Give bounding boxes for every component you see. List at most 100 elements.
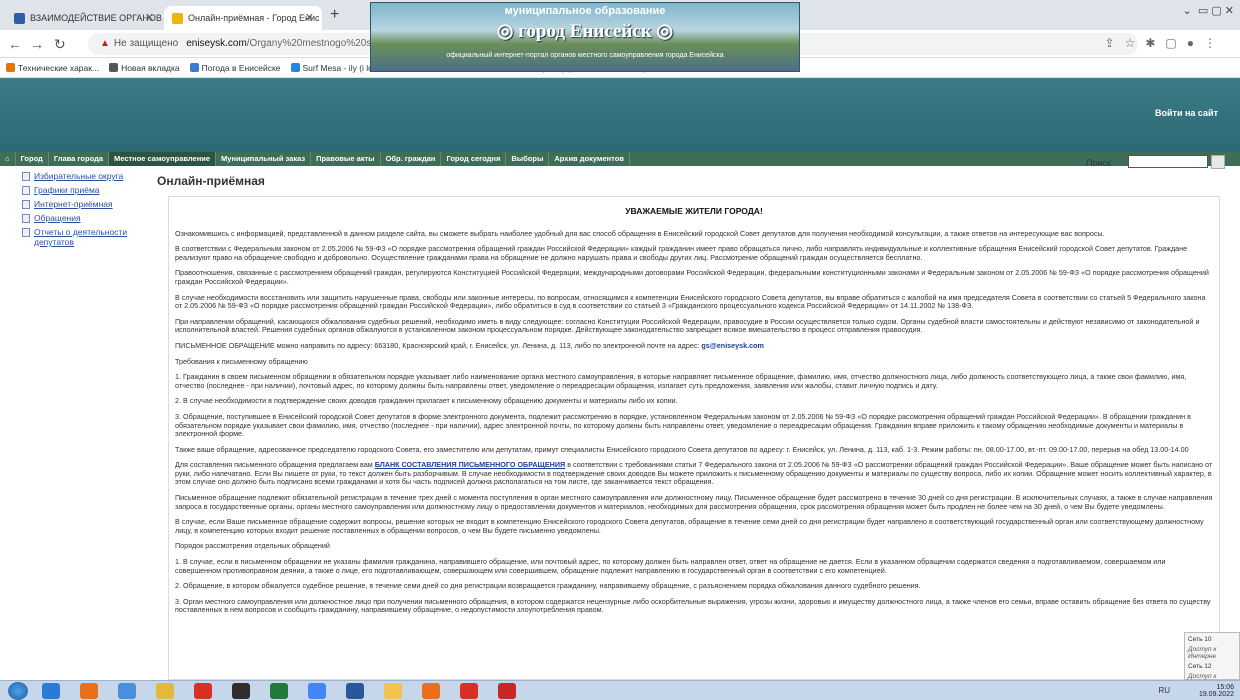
content-paragraph: Порядок рассмотрения отдельных обращений	[175, 541, 330, 551]
banner-subtitle: муниципальное образование	[504, 5, 666, 17]
ie-icon[interactable]	[42, 683, 60, 699]
ie2-icon[interactable]	[422, 683, 440, 699]
content-paragraph: Также ваше обращение, адресованное предс…	[175, 444, 1189, 454]
chrome2-icon[interactable]	[308, 683, 326, 699]
content-paragraph: 2. Обращение, в котором обжалуется судеб…	[175, 581, 921, 591]
bookmark-label: Погода в Енисейске	[201, 63, 281, 73]
menu-item[interactable]: Выборы	[506, 152, 550, 166]
sidebar-link-label: Графики приёма	[34, 185, 100, 195]
chrome-icon[interactable]	[194, 683, 212, 699]
sidebar-link[interactable]: Графики приёма	[22, 185, 142, 195]
search-go-icon[interactable]	[1211, 155, 1225, 169]
page-icon	[22, 228, 30, 237]
bookmark-item[interactable]: Погода в Енисейске	[189, 58, 281, 77]
start-button-icon[interactable]	[8, 682, 28, 700]
intro-paragraphs: Ознакомившись с информацией, представлен…	[175, 228, 1213, 335]
site-banner	[0, 78, 1240, 152]
bookmark-label: Технические харак...	[18, 63, 100, 73]
sidebar-link[interactable]: Отчеты о деятельности депутатов	[22, 227, 142, 247]
media-icon[interactable]	[80, 683, 98, 699]
sidebar-link-label: Обращения	[34, 213, 81, 223]
pdf-icon[interactable]	[498, 683, 516, 699]
close-tab-icon[interactable]: ✕	[145, 6, 154, 30]
mail-icon[interactable]	[118, 683, 136, 699]
content-paragraph: 3. Обращение, поступившее в Енисейский г…	[175, 411, 1191, 439]
sidebar-link-label: Отчеты о деятельности депутатов	[34, 227, 128, 247]
content-paragraph: 3. Орган местного самоуправления или дол…	[175, 596, 1211, 615]
content-paragraph: 1. Гражданин в своем письменном обращени…	[175, 372, 1187, 390]
sidebar-link[interactable]: Интернет-приёмная	[22, 199, 142, 209]
page-title: Онлайн-приёмная	[157, 174, 265, 188]
content-paragraph: В случае, если Ваше письменное обращение…	[175, 517, 1204, 535]
content-box: УВАЖАЕМЫЕ ЖИТЕЛИ ГОРОДА! Ознакомившись с…	[168, 196, 1220, 680]
content-paragraph: В соответствии с Федеральным законом от …	[175, 244, 1188, 262]
close-tab-icon[interactable]: ✕	[305, 6, 314, 30]
banner-title: ◎ город Енисейск ◎	[496, 21, 674, 42]
content-paragraph: 1. В случае, если в письменном обращении…	[175, 557, 1166, 575]
tab-label: ВЗАИМОДЕЙСТВИЕ ОРГАНОВ	[30, 13, 162, 23]
page-icon	[22, 186, 30, 195]
menu-item[interactable]: Муниципальный заказ	[216, 152, 312, 166]
tab-online-reception[interactable]: Онлайн-приёмная - Город Енис ✕	[164, 6, 322, 30]
bookmark-favicon-icon	[189, 63, 199, 72]
content-heading: УВАЖАЕМЫЕ ЖИТЕЛИ ГОРОДА!	[625, 206, 763, 216]
form-paragraph: Для составления письменного обращения пр…	[175, 460, 1213, 487]
menu-item[interactable]: Город	[16, 152, 49, 166]
content-paragraph: Ознакомившись с информацией, представлен…	[175, 228, 1105, 238]
chrome3-icon[interactable]	[460, 683, 478, 699]
menu-item[interactable]: Обр. граждан	[381, 152, 442, 166]
system-clock[interactable]: 15:06 19.09.2022	[1199, 684, 1234, 698]
requirements-paragraphs: 1. Гражданин в своем письменном обращени…	[175, 372, 1213, 454]
email-link[interactable]: gs@eniseysk.com	[701, 341, 764, 350]
tab-label: Онлайн-приёмная - Город Енис	[188, 13, 320, 23]
content-paragraph: В случае необходимости восстановить или …	[175, 292, 1206, 311]
page-icon	[22, 200, 30, 209]
procedure-paragraphs: Письменное обращение подлежит обязательн…	[175, 493, 1213, 615]
game-icon[interactable]	[232, 683, 250, 699]
tab-favicon-icon	[14, 13, 25, 24]
bookmark-favicon-icon	[290, 63, 300, 72]
browser-action-icons[interactable]: ⇪☆✱▢●⋮	[1105, 36, 1226, 50]
network-status: Доступ к Интерне	[1188, 646, 1217, 660]
excel-icon[interactable]	[270, 683, 288, 699]
sidebar-link[interactable]: Обращения	[22, 213, 142, 223]
sidebar-link[interactable]: Избирательные округа	[22, 171, 142, 181]
url-domain: eniseysk.com	[186, 38, 247, 49]
tab-favicon-icon	[172, 13, 183, 24]
window-controls[interactable]: ⌄ ▭ ▢ ✕	[1183, 4, 1234, 17]
home-icon[interactable]: ⌂	[0, 152, 16, 166]
requirements-title: Требования к письменному обращению	[175, 356, 308, 366]
bookmark-label: Новая вкладка	[121, 63, 180, 73]
reload-icon[interactable]: ↻	[54, 36, 66, 53]
menu-item[interactable]: Глава города	[49, 152, 110, 166]
new-tab-button[interactable]: +	[330, 6, 339, 24]
page-icon	[22, 214, 30, 223]
taskbar: RU 15:06 19.09.2022	[0, 680, 1240, 700]
forward-icon[interactable]: →	[30, 36, 44, 52]
network-popup[interactable]: Сеть 10 Доступ к Интерне Сеть 12 Доступ …	[1184, 632, 1240, 687]
bookmark-item[interactable]: Технические харак...	[6, 58, 100, 77]
menu-item[interactable]: Город сегодня	[441, 152, 507, 166]
mail-paragraph: ПИСЬМЕННОЕ ОБРАЩЕНИЕ можно направить по …	[175, 341, 1213, 351]
content-paragraph: 2. В случае необходимости в подтверждени…	[175, 396, 678, 406]
network-name: Сеть 12	[1188, 663, 1212, 670]
clock-time: 15:06	[1216, 684, 1234, 691]
search-input[interactable]	[1128, 155, 1208, 168]
login-link[interactable]: Войти на сайт	[1155, 108, 1218, 118]
content-paragraph: Правоотношения, связанные с рассмотрение…	[175, 268, 1209, 286]
explorer-icon[interactable]	[156, 683, 174, 699]
menu-item[interactable]: Местное самоуправление	[109, 152, 217, 166]
tab-vzaimodeistvie[interactable]: ВЗАИМОДЕЙСТВИЕ ОРГАНОВ ✕	[6, 6, 162, 30]
sidebar-link-label: Интернет-приёмная	[34, 199, 113, 209]
word-icon[interactable]	[346, 683, 364, 699]
bookmark-item[interactable]: Новая вкладка	[109, 58, 180, 77]
clock-date: 19.09.2022	[1198, 691, 1234, 698]
back-icon[interactable]: ←	[8, 36, 22, 52]
menu-item[interactable]: Правовые акты	[311, 152, 381, 166]
bookmark-favicon-icon	[109, 63, 119, 72]
menu-item[interactable]: Архив документов	[549, 152, 630, 166]
folder-icon[interactable]	[384, 683, 402, 699]
not-secure-label: Не защищено	[113, 38, 179, 49]
language-indicator[interactable]: RU	[1158, 686, 1170, 695]
content-paragraph: При направлении обращений, касающихся об…	[175, 316, 1200, 335]
